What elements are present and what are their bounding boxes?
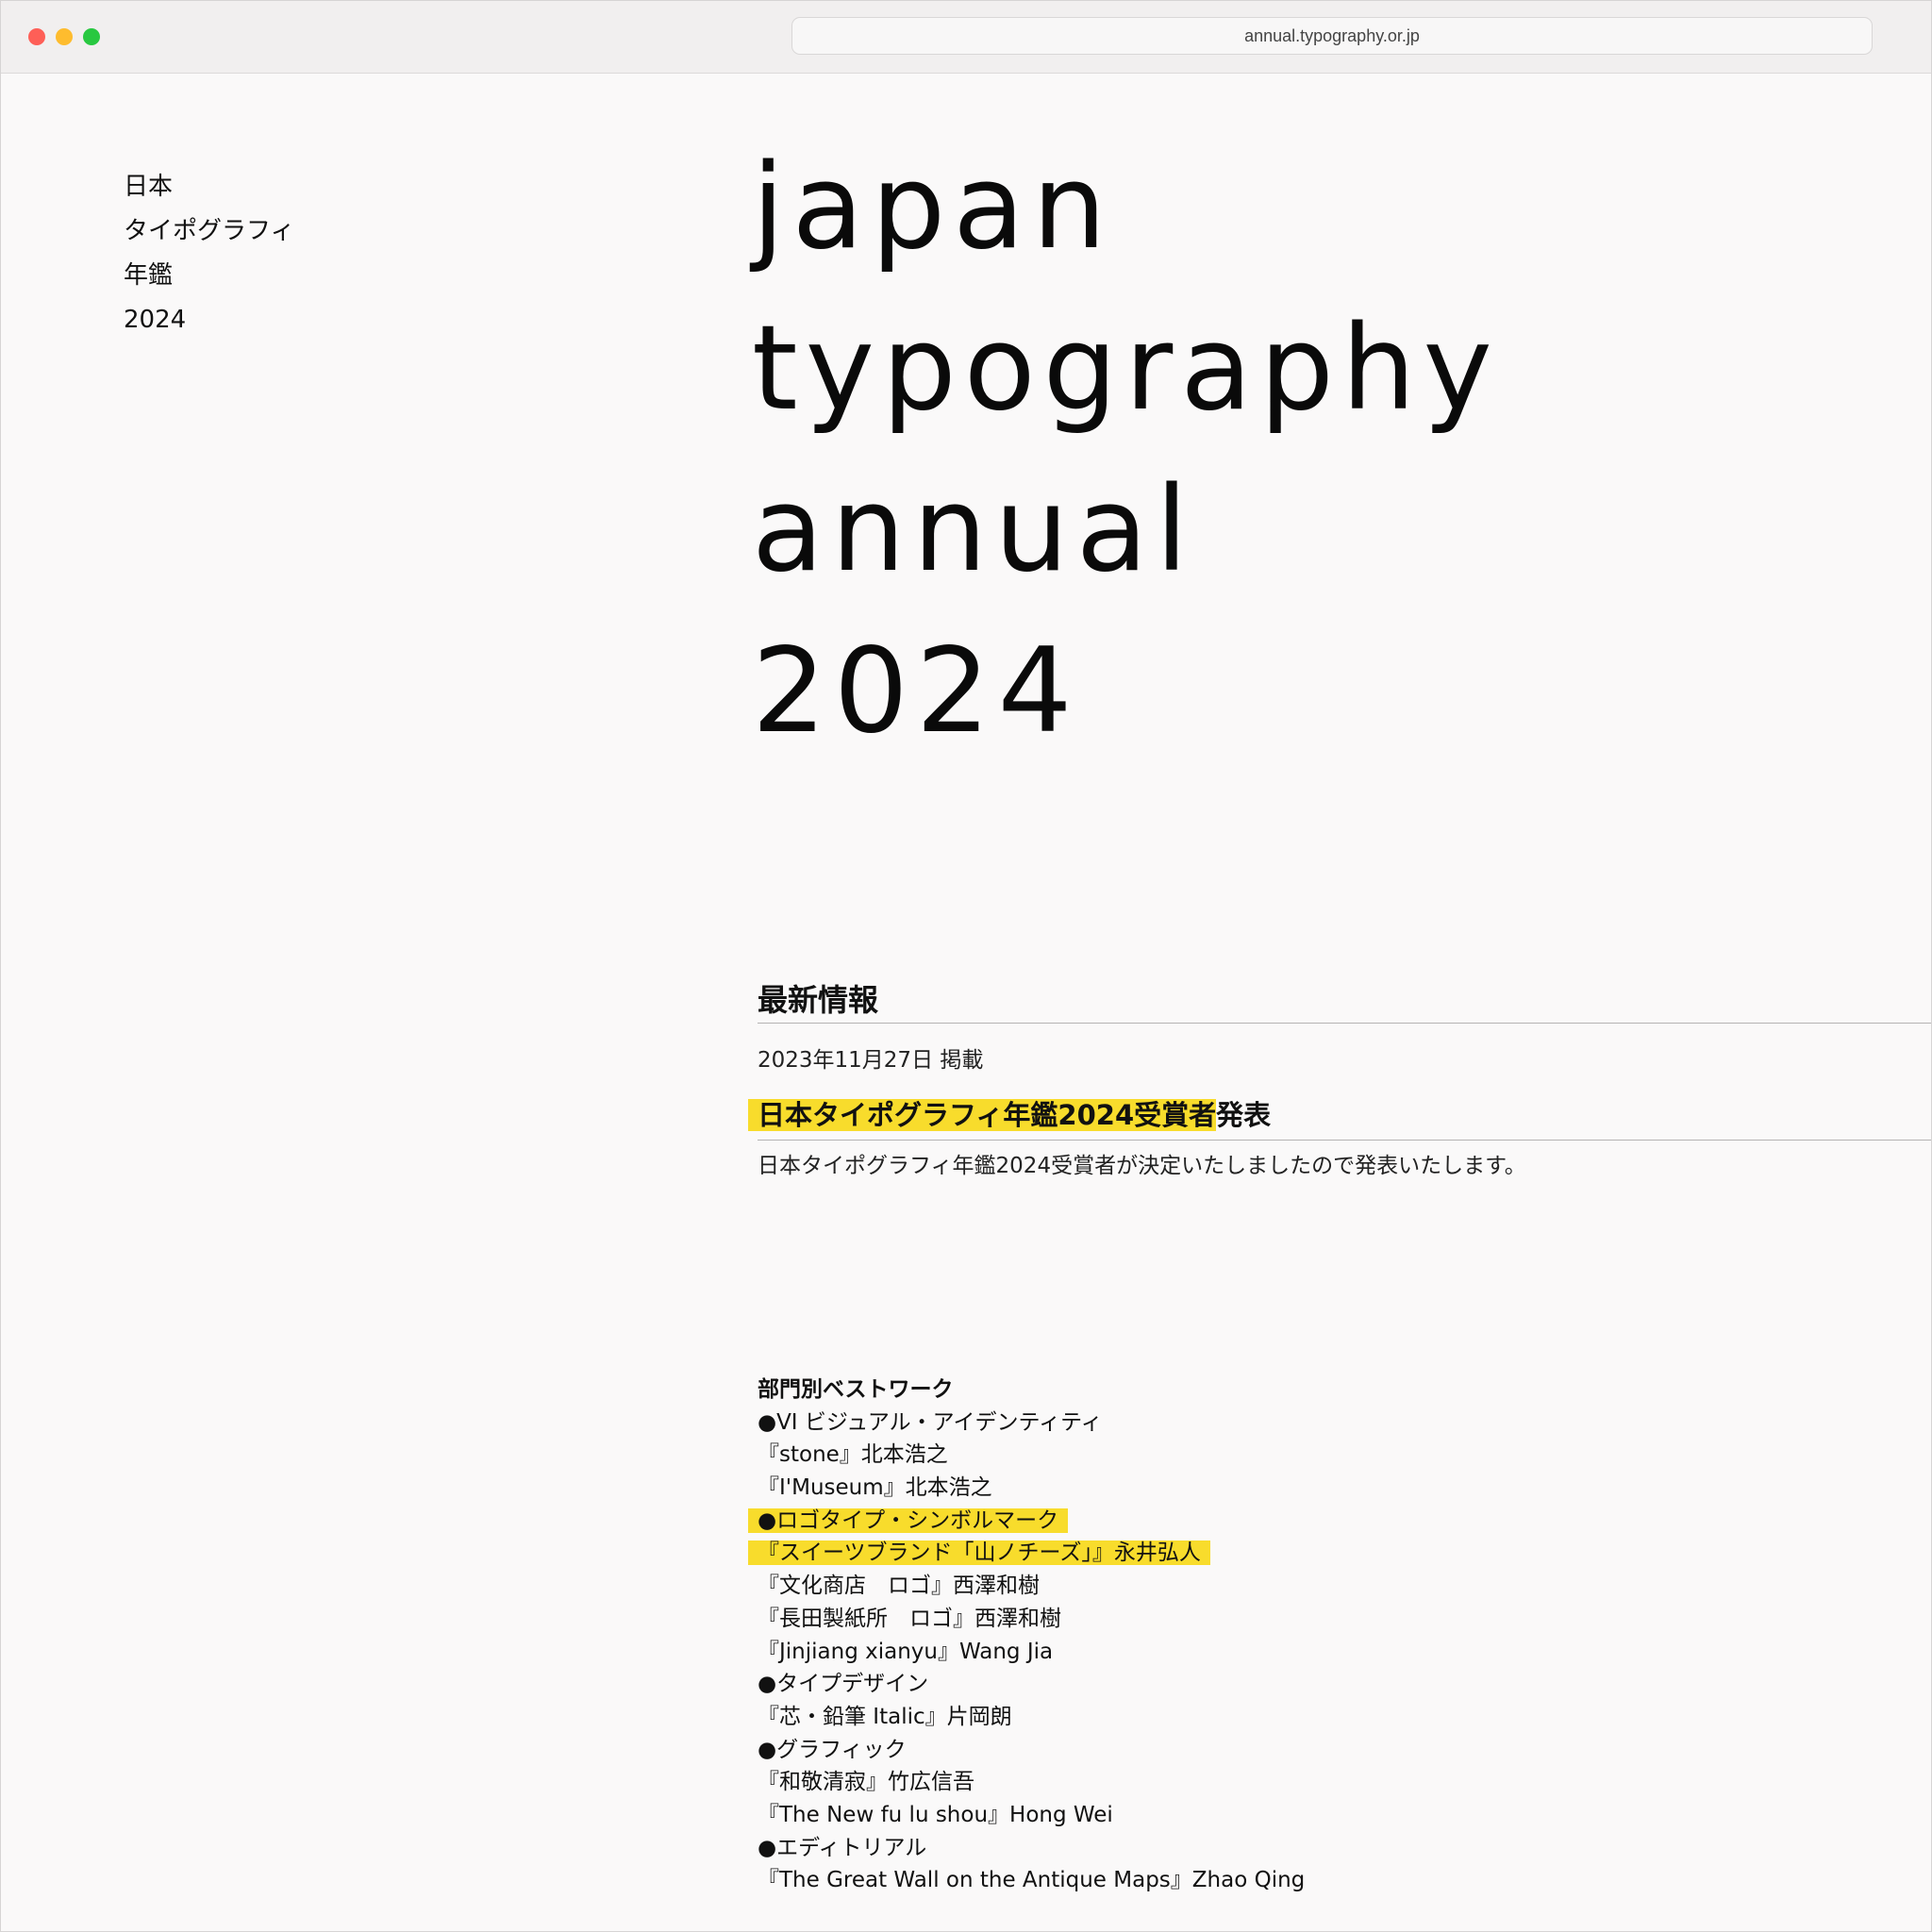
award-line: 『長田製紙所 ロゴ』西澤和樹	[758, 1603, 1890, 1636]
post-title-highlight: 日本タイポグラフィ年鑑2024受賞者	[748, 1099, 1217, 1131]
award-line-text: ●グラフィック	[758, 1737, 907, 1762]
award-line-text: ●ロゴタイプ・シンボルマーク	[748, 1507, 1069, 1533]
post-title-divider	[758, 1140, 1931, 1141]
post-title-rest: 発表	[1216, 1099, 1272, 1131]
award-line-text: 『The Great Wall on the Antique Maps』Zhao…	[758, 1868, 1306, 1893]
award-line: 『I'Museum』北本浩之	[758, 1472, 1890, 1505]
award-list: 部門別ベストワーク ●VI ビジュアル・アイデンティティ 『stone』北本浩之『…	[748, 1374, 1890, 1897]
minimize-window-button[interactable]	[56, 28, 73, 45]
award-line-text: ●エディトリアル	[758, 1835, 927, 1860]
hero-line: annual	[752, 462, 1196, 598]
close-window-button[interactable]	[28, 28, 45, 45]
hero-line: typography	[752, 301, 1500, 437]
sidebar-title-line: 日本	[124, 173, 174, 201]
address-bar[interactable]: annual.typography.or.jp	[791, 17, 1873, 55]
award-line-text: 『stone』北本浩之	[758, 1442, 948, 1468]
award-line-text: ●VI ビジュアル・アイデンティティ	[758, 1409, 1103, 1435]
award-line: ●タイプデザイン	[758, 1668, 1890, 1701]
award-line-text: 『Jinjiang xianyu』Wang Jia	[758, 1639, 1054, 1664]
award-line: 『stone』北本浩之	[758, 1439, 1890, 1472]
award-line-text: 『和敬清寂』竹広信吾	[758, 1770, 974, 1795]
hero-line: 2024	[752, 624, 1080, 759]
award-line-text: 『The New fu lu shou』Hong Wei	[758, 1802, 1113, 1827]
award-line-text: 『芯・鉛筆 Italic』片岡朗	[758, 1704, 1012, 1729]
award-line: 『芯・鉛筆 Italic』片岡朗	[758, 1701, 1890, 1734]
post-date: 2023年11月27日 掲載	[758, 1048, 984, 1073]
award-line-text: 『文化商店 ロゴ』西澤和樹	[758, 1574, 1040, 1599]
sidebar-title-line: 年鑑	[124, 261, 174, 290]
browser-window: annual.typography.or.jp 日本 タイポグラフィ 年鑑 20…	[0, 0, 1932, 1932]
award-line-text: 『スイーツブランド「山ノチーズ」』永井弘人	[748, 1541, 1210, 1566]
award-line: 『和敬清寂』竹広信吾	[758, 1766, 1890, 1799]
award-line-highlighted: ●ロゴタイプ・シンボルマーク	[748, 1505, 1890, 1538]
award-line-text: ●タイプデザイン	[758, 1672, 929, 1697]
browser-titlebar: annual.typography.or.jp	[1, 1, 1931, 74]
sidebar-title-line: タイポグラフィ	[124, 217, 295, 245]
award-lines: ●VI ビジュアル・アイデンティティ 『stone』北本浩之『I'Museum』北…	[748, 1407, 1890, 1897]
award-line-highlighted: 『スイーツブランド「山ノチーズ」』永井弘人	[748, 1537, 1890, 1570]
hero-title: japan typography annual 2024	[752, 127, 1500, 773]
award-line-text: 『I'Museum』北本浩之	[758, 1475, 992, 1501]
news-divider	[758, 1023, 1931, 1024]
address-bar-url: annual.typography.or.jp	[1244, 26, 1420, 45]
award-line: ●エディトリアル	[758, 1832, 1890, 1865]
award-line: 『The New fu lu shou』Hong Wei	[758, 1799, 1890, 1832]
post-summary: 日本タイポグラフィ年鑑2024受賞者が決定いたしましたので発表いたします。	[758, 1154, 1526, 1178]
award-line: ●VI ビジュアル・アイデンティティ	[758, 1407, 1890, 1440]
maximize-window-button[interactable]	[83, 28, 100, 45]
award-line: 『文化商店 ロゴ』西澤和樹	[758, 1570, 1890, 1603]
sidebar-title-line: 2024	[124, 306, 187, 334]
award-line: 『Jinjiang xianyu』Wang Jia	[758, 1636, 1890, 1669]
award-line: ●グラフィック	[758, 1734, 1890, 1767]
award-line-text: 『長田製紙所 ロゴ』西澤和樹	[758, 1606, 1061, 1631]
post-title-link[interactable]: 日本タイポグラフィ年鑑2024受賞者発表	[748, 1091, 1271, 1139]
hero-line: japan	[752, 140, 1114, 275]
sidebar-site-title[interactable]: 日本 タイポグラフィ 年鑑 2024	[124, 165, 294, 342]
award-list-heading: 部門別ベストワーク	[758, 1377, 954, 1402]
award-line: 『The Great Wall on the Antique Maps』Zhao…	[758, 1864, 1890, 1897]
news-section-heading: 最新情報	[758, 982, 879, 1018]
